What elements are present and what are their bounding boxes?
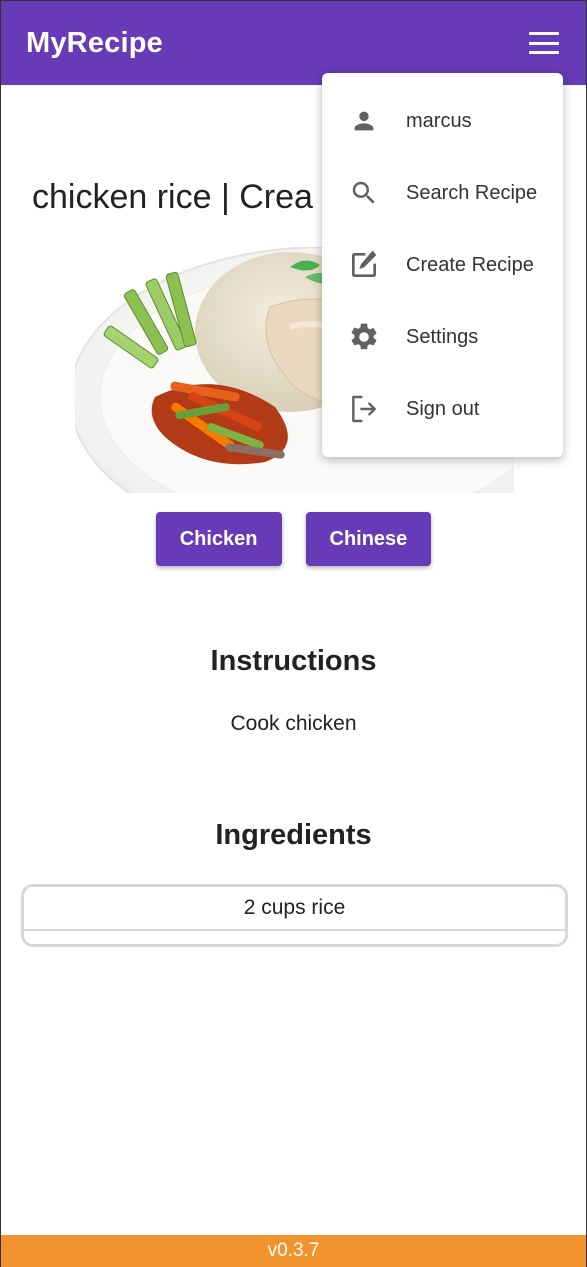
version-footer: v0.3.7 bbox=[1, 1235, 586, 1267]
gear-icon bbox=[322, 321, 406, 353]
menu-item-settings[interactable]: Settings bbox=[322, 301, 563, 373]
menu-item-label: Create Recipe bbox=[406, 253, 534, 276]
menu-item-label: Search Recipe bbox=[406, 181, 538, 204]
tag-chinese-button[interactable]: Chinese bbox=[305, 512, 432, 566]
menu-item-label: marcus bbox=[406, 109, 472, 132]
user-dropdown-menu: marcus Search Recipe Create Recipe Setti… bbox=[322, 73, 563, 457]
ingredient-item: 2 cups rice bbox=[24, 887, 565, 931]
ingredients-heading: Ingredients bbox=[215, 819, 372, 851]
recipe-title: chicken rice | Crea bbox=[32, 178, 313, 216]
menu-item-search-recipe[interactable]: Search Recipe bbox=[322, 157, 563, 229]
menu-item-label: Sign out bbox=[406, 397, 480, 420]
sign-out-icon bbox=[322, 393, 406, 425]
instructions-text: Cook chicken bbox=[230, 712, 357, 735]
menu-item-sign-out[interactable]: Sign out bbox=[322, 373, 563, 445]
menu-item-label: Settings bbox=[406, 325, 479, 348]
menu-item-create-recipe[interactable]: Create Recipe bbox=[322, 229, 563, 301]
edit-icon bbox=[322, 249, 406, 281]
tag-list: Chicken Chinese bbox=[1, 512, 586, 566]
ingredients-list: 2 cups rice bbox=[21, 884, 568, 947]
search-icon bbox=[322, 178, 406, 208]
app-title[interactable]: MyRecipe bbox=[26, 27, 163, 60]
menu-item-profile[interactable]: marcus bbox=[322, 85, 563, 157]
instructions-heading: Instructions bbox=[210, 645, 377, 677]
hamburger-menu-icon[interactable] bbox=[529, 32, 559, 54]
tag-chicken-button[interactable]: Chicken bbox=[155, 512, 282, 566]
person-icon bbox=[322, 107, 406, 135]
